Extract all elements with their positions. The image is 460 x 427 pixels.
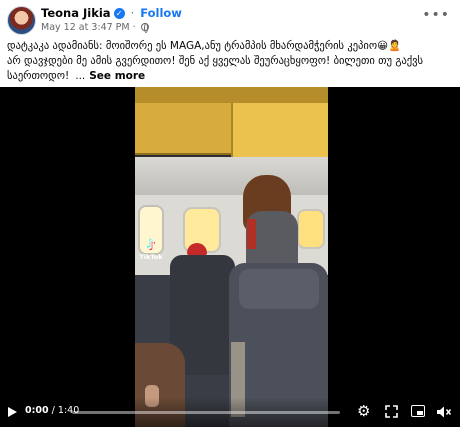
overhead-bin-left <box>135 103 231 155</box>
caption-ellipsis: ... <box>75 70 86 82</box>
post-meta: May 12 at 3:47 PM · <box>41 22 149 33</box>
overhead-bin-right <box>231 103 328 159</box>
caption-line-3: საერთოდო!... See more <box>7 69 452 84</box>
follow-button[interactable]: Follow <box>140 6 182 20</box>
caption-line-3-text: საერთოდო! <box>7 70 70 82</box>
globe-icon <box>140 23 149 33</box>
caption-line-1: დატკაკა ადამიანს: მოიშორე ეს MAGA,ანუ ტრ… <box>7 40 402 52</box>
video-controls: 0:00 / 1:40 ⚙ <box>0 397 460 427</box>
more-options-icon[interactable]: ••• <box>422 7 450 23</box>
progress-bar[interactable] <box>72 411 340 414</box>
play-icon[interactable] <box>8 407 17 417</box>
expand-icon[interactable] <box>385 405 398 418</box>
cabin-window <box>297 209 325 249</box>
woman-sleeve <box>247 219 256 249</box>
mute-icon[interactable] <box>436 405 452 419</box>
gear-icon[interactable]: ⚙ <box>357 404 372 419</box>
tiktok-note-icon: ♪ <box>146 238 156 253</box>
author-name[interactable]: Teona Jikia <box>41 6 111 20</box>
verified-badge-icon: ✓ <box>113 8 125 19</box>
video-player[interactable]: ♪ TikTok 0:00 / 1:40 ⚙ <box>0 87 460 427</box>
time-separator: / <box>51 405 55 416</box>
post-date[interactable]: May 12 at 3:47 PM <box>41 22 130 33</box>
separator-dot: · <box>130 6 135 20</box>
date-separator: · <box>132 22 136 33</box>
author-line: Teona Jikia ✓ · Follow <box>41 6 182 20</box>
tiktok-logo-icon: ♪ TikTok <box>139 238 163 262</box>
picture-in-picture-icon[interactable] <box>411 405 425 417</box>
video-frame[interactable]: ♪ TikTok <box>135 87 328 427</box>
tiktok-watermark: TikTok <box>139 253 163 261</box>
post-header: Teona Jikia ✓ · Follow May 12 at 3:47 PM … <box>0 0 460 36</box>
seat-headrest <box>239 269 319 309</box>
overhead-bin-top <box>135 87 328 103</box>
avatar[interactable] <box>7 6 36 35</box>
current-time: 0:00 <box>25 405 49 416</box>
post-caption: დატკაკა ადამიანს: მოიშორე ეს MAGA,ანუ ტრ… <box>7 39 452 84</box>
caption-line-2: არ დავჯდები მე ამის გვერდითო! შენ აქ ყვე… <box>7 55 424 67</box>
see-more-button[interactable]: See more <box>89 70 145 82</box>
cabin-ceiling <box>135 157 328 195</box>
video-time: 0:00 / 1:40 <box>25 405 79 416</box>
